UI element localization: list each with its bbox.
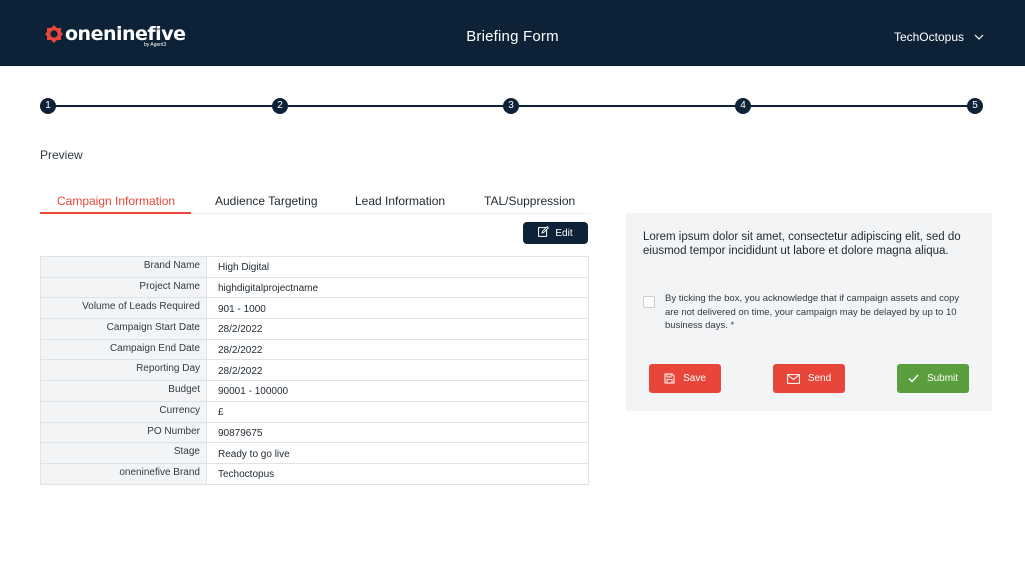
campaign-info-table: Brand Name High Digital Project Name highd… xyxy=(40,256,589,485)
field-label: Currency xyxy=(40,400,207,422)
submit-button[interactable]: Submit xyxy=(897,364,969,393)
step-4[interactable]: 4 xyxy=(735,98,751,114)
field-value: 28/2/2022 xyxy=(206,359,589,381)
step-3[interactable]: 3 xyxy=(503,98,519,114)
table-row: Stage Ready to go live xyxy=(40,442,589,464)
tab-tal-suppression[interactable]: TAL/Suppression xyxy=(484,194,575,214)
consent-text: By ticking the box, you acknowledge that… xyxy=(665,293,960,331)
envelope-icon xyxy=(786,373,800,384)
save-icon xyxy=(664,373,675,384)
field-value: 28/2/2022 xyxy=(206,318,589,340)
table-row: Campaign End Date 28/2/2022 xyxy=(40,338,589,360)
table-row: Project Name highdigitalprojectname xyxy=(40,276,589,298)
field-value: High Digital xyxy=(218,262,270,274)
table-row: Reporting Day 28/2/2022 xyxy=(40,359,589,381)
panel-description: Lorem ipsum dolor sit amet, consectetur … xyxy=(643,231,961,257)
edit-button[interactable]: Edit xyxy=(523,222,588,244)
consent-row: By ticking the box, you acknowledge that… xyxy=(643,292,973,333)
account-menu[interactable]: TechOctopus xyxy=(894,30,984,44)
field-label: Campaign Start Date xyxy=(40,318,207,340)
send-button[interactable]: Send xyxy=(773,364,845,393)
field-value: 90001 - 100000 xyxy=(206,380,589,402)
field-label: Reporting Day xyxy=(40,359,207,381)
top-bar: oneninefive by Agent3 Briefing Form Tech… xyxy=(0,0,1025,66)
field-label: Project Name xyxy=(40,276,207,298)
field-label: Volume of Leads Required xyxy=(40,297,207,319)
field-label: Budget xyxy=(40,380,207,402)
field-value: Ready to go live xyxy=(206,442,589,464)
submission-panel: Lorem ipsum dolor sit amet, consectetur … xyxy=(626,213,992,411)
section-title: Preview xyxy=(40,148,83,162)
table-row: Budget 90001 - 100000 xyxy=(40,380,589,402)
tab-audience-targeting[interactable]: Audience Targeting xyxy=(215,194,318,214)
account-name: TechOctopus xyxy=(893,30,964,44)
chevron-down-icon xyxy=(974,34,984,40)
step-1[interactable]: 1 xyxy=(40,98,56,114)
field-value: 90879675 xyxy=(206,421,589,443)
progress-stepper: 1 2 3 4 5 xyxy=(40,98,984,114)
field-value: Techoctopus xyxy=(206,462,589,485)
table-row: Brand Name High Digital xyxy=(40,256,589,278)
field-value: 901 - 1000 xyxy=(206,297,589,319)
table-row: Campaign Start Date 28/2/2022 xyxy=(40,318,589,340)
field-value: highdigitalprojectname xyxy=(206,276,589,298)
field-label: PO Number xyxy=(40,421,207,443)
checkmark-icon xyxy=(908,374,919,383)
field-value: £ xyxy=(206,400,589,422)
step-2[interactable]: 2 xyxy=(272,98,288,114)
tab-bar: Campaign Information Audience Targeting … xyxy=(40,194,591,214)
table-row: oneninefive Brand Techoctopus xyxy=(40,462,589,485)
save-button[interactable]: Save xyxy=(649,364,721,393)
tab-lead-information[interactable]: Lead Information xyxy=(355,194,445,214)
table-row: Currency £ xyxy=(40,400,589,422)
consent-checkbox[interactable] xyxy=(643,296,655,308)
table-row: PO Number 90879675 xyxy=(40,421,589,443)
page-title: Briefing Form xyxy=(466,28,559,45)
field-value: 28/2/2022 xyxy=(206,338,589,360)
table-row: Volume of Leads Required 901 - 1000 xyxy=(40,297,589,319)
step-5[interactable]: 5 xyxy=(967,98,983,114)
tab-campaign-information[interactable]: Campaign Information xyxy=(40,194,191,214)
field-label: Campaign End Date xyxy=(40,338,207,360)
field-label: Brand Name xyxy=(40,256,207,278)
send-button-label: Send xyxy=(807,373,832,384)
save-button-label: Save xyxy=(683,373,706,384)
submit-button-label: Submit xyxy=(926,373,959,384)
field-label: oneninefive Brand xyxy=(40,462,207,485)
edit-button-label: Edit xyxy=(555,227,573,239)
edit-icon xyxy=(538,225,550,240)
field-label: Stage xyxy=(40,442,207,464)
